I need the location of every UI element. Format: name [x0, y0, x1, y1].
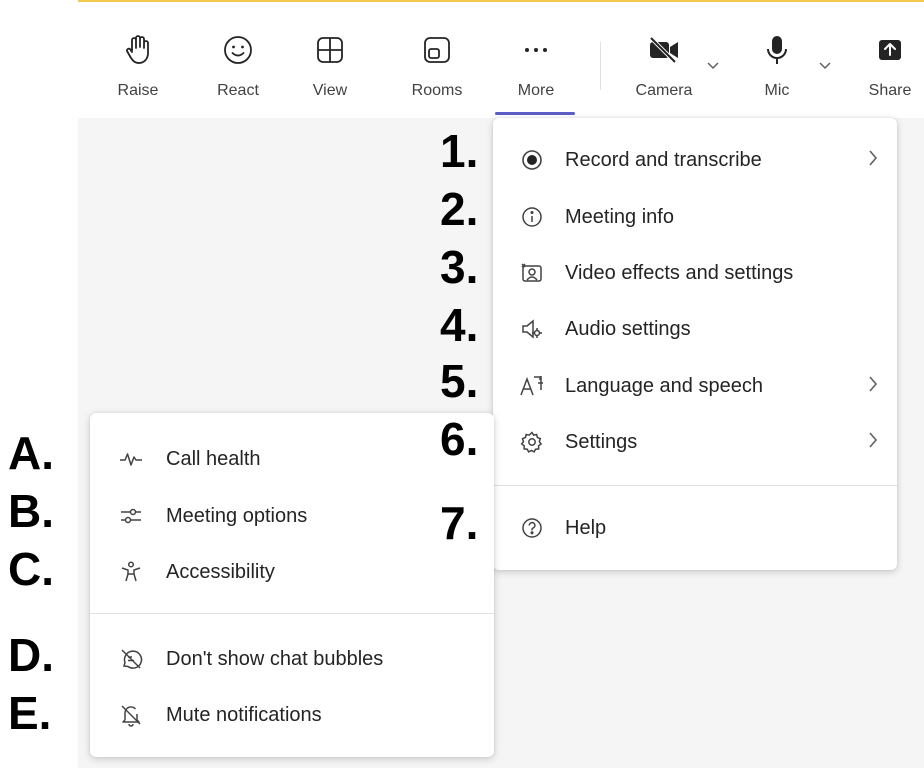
camera-options-chevron-icon[interactable] [706, 57, 720, 75]
mic-button[interactable]: Mic [752, 32, 802, 112]
mic-label: Mic [764, 82, 790, 99]
audio-settings-icon [519, 316, 545, 342]
camera-button[interactable]: Camera [626, 32, 702, 112]
menu-item-meeting-info[interactable]: Meeting info [493, 193, 897, 241]
marker-6: 6. [440, 413, 479, 465]
bell-off-icon [118, 702, 144, 728]
chevron-right-icon [867, 148, 879, 174]
menu-item-language-and-speech[interactable]: Language and speech [493, 362, 897, 410]
chevron-right-icon [867, 430, 879, 456]
chat-off-icon [118, 646, 144, 672]
marker-a: A. [8, 427, 54, 479]
ellipsis-icon [521, 32, 551, 68]
menu-item-meeting-options[interactable]: Meeting options [90, 492, 494, 540]
submenu-divider [90, 613, 494, 614]
react-label: React [217, 82, 259, 99]
hand-icon [123, 32, 153, 68]
rooms-icon [422, 32, 452, 68]
meeting-toolbar: Raise React View Rooms More Camera Mic S… [78, 0, 924, 118]
marker-b: B. [8, 485, 54, 537]
marker-3: 3. [440, 241, 479, 293]
smiley-icon [222, 32, 254, 68]
menu-item-mute-notifications[interactable]: Mute notifications [90, 691, 494, 739]
menu-item-record-and-transcribe[interactable]: Record and transcribe [493, 136, 897, 184]
more-label: More [517, 82, 555, 99]
marker-2: 2. [440, 183, 479, 235]
share-button[interactable]: Share [862, 32, 918, 112]
chevron-right-icon [867, 374, 879, 400]
sliders-icon [118, 503, 144, 529]
marker-7: 7. [440, 497, 479, 549]
settings-submenu: Call health Meeting options Accessibilit… [90, 413, 494, 757]
rooms-button[interactable]: Rooms [404, 32, 470, 112]
more-button[interactable]: More [506, 32, 566, 112]
gear-icon [519, 429, 545, 455]
share-icon [877, 32, 903, 68]
toolbar-separator [600, 42, 601, 90]
menu-item-accessibility[interactable]: Accessibility [90, 548, 494, 596]
info-icon [519, 204, 545, 230]
menu-item-settings[interactable]: Settings [493, 418, 897, 466]
menu-item-audio-settings[interactable]: Audio settings [493, 305, 897, 353]
help-icon [519, 515, 545, 541]
react-button[interactable]: React [208, 32, 268, 112]
grid-icon [315, 32, 345, 68]
rooms-label: Rooms [411, 82, 463, 99]
mic-options-chevron-icon[interactable] [818, 57, 832, 75]
raise-hand-button[interactable]: Raise [108, 32, 168, 112]
camera-label: Camera [635, 82, 693, 99]
view-label: View [312, 82, 348, 99]
menu-divider [493, 485, 897, 486]
marker-1: 1. [440, 125, 479, 177]
record-icon [519, 147, 545, 173]
menu-item-call-health[interactable]: Call health [90, 435, 494, 483]
raise-label: Raise [117, 82, 159, 99]
more-menu: Record and transcribe Meeting info Video… [493, 118, 897, 570]
menu-item-dont-show-chat-bubbles[interactable]: Don't show chat bubbles [90, 635, 494, 683]
marker-4: 4. [440, 299, 479, 351]
more-active-indicator [495, 112, 575, 115]
microphone-icon [765, 32, 789, 68]
menu-item-video-effects[interactable]: Video effects and settings [493, 249, 897, 297]
share-label: Share [868, 82, 912, 99]
marker-e: E. [8, 687, 52, 739]
marker-5: 5. [440, 355, 479, 407]
pulse-icon [118, 446, 144, 472]
marker-d: D. [8, 629, 54, 681]
video-effects-icon [519, 260, 545, 286]
marker-c: C. [8, 543, 54, 595]
menu-item-help[interactable]: Help [493, 504, 897, 552]
camera-off-icon [647, 32, 681, 68]
accessibility-icon [118, 559, 144, 585]
language-icon [519, 373, 545, 399]
view-button[interactable]: View [300, 32, 360, 112]
